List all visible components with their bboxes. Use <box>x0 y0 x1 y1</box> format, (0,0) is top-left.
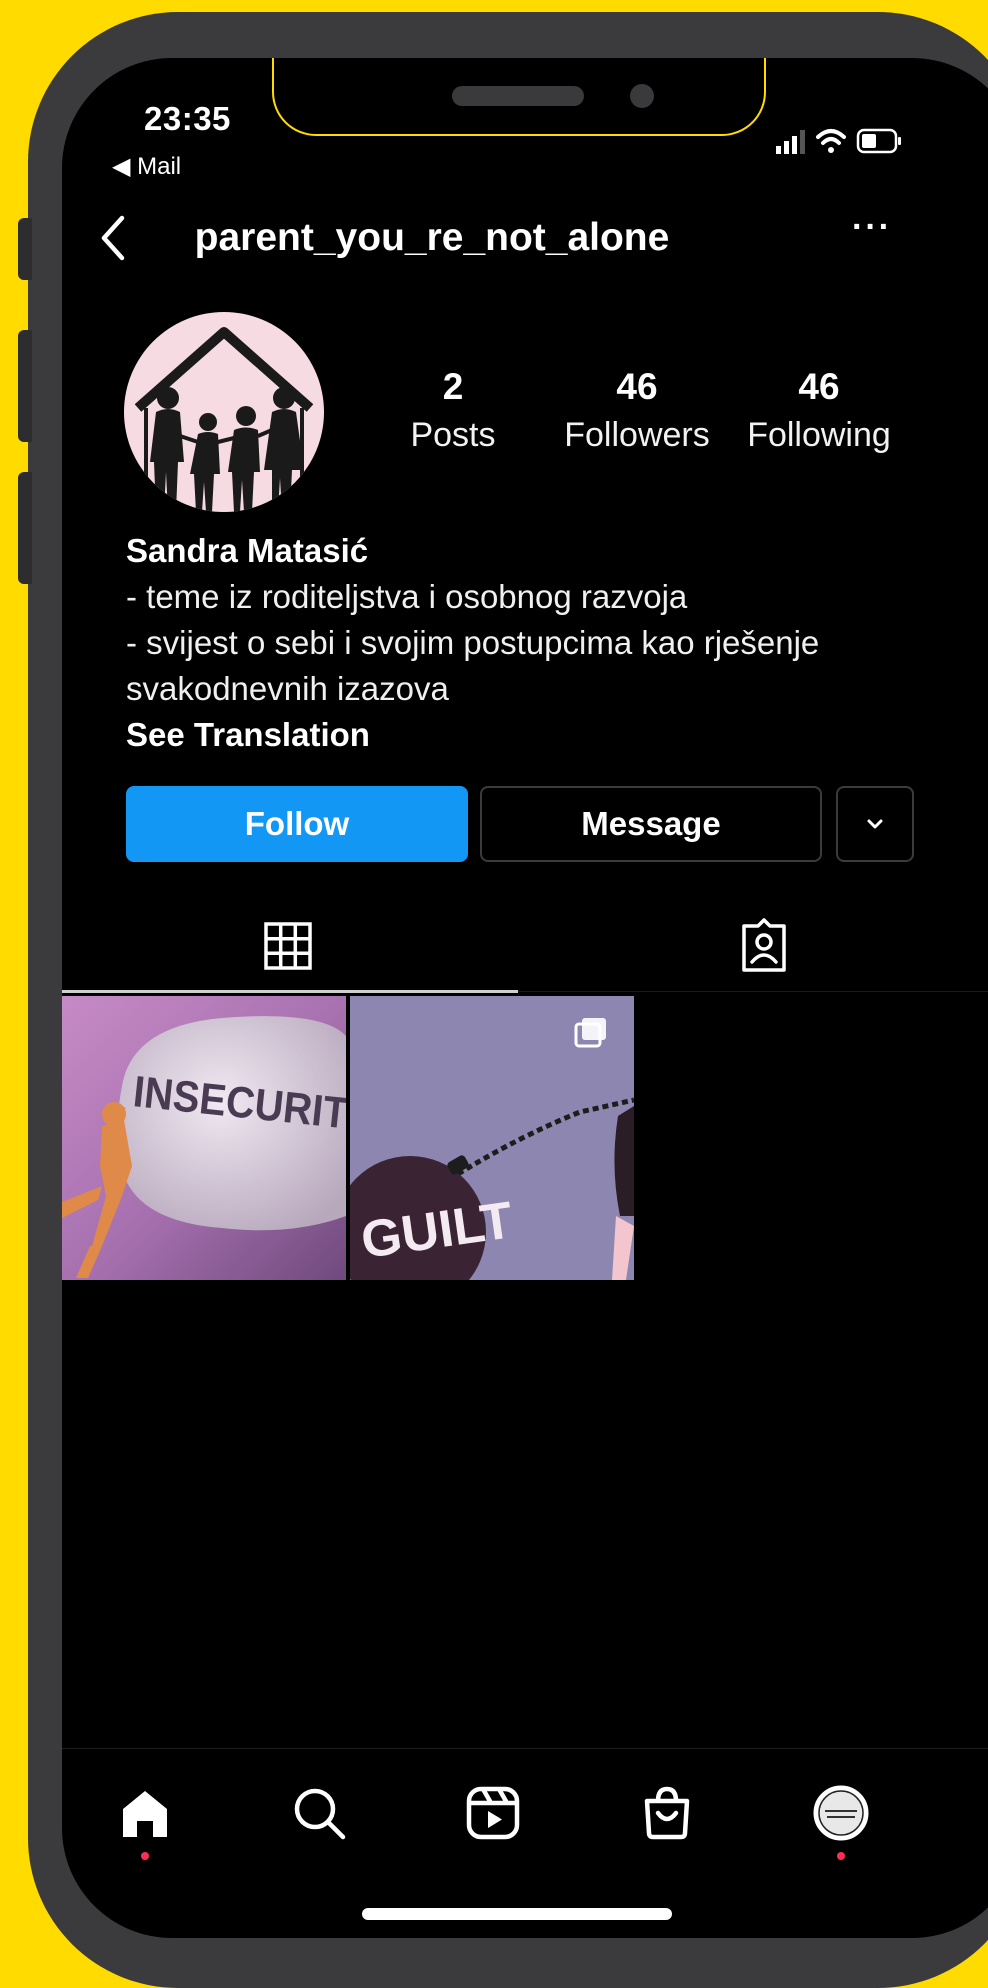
side-button-mute <box>18 218 32 280</box>
insecurity-illustration: INSECURIT <box>62 1016 346 1278</box>
nav-home[interactable] <box>110 1778 180 1860</box>
front-camera <box>630 84 654 108</box>
family-house-logo <box>134 327 314 512</box>
stat-following[interactable]: 46 Following <box>734 366 904 455</box>
grid-icon[interactable] <box>258 916 318 976</box>
chevron-down-icon <box>867 819 883 829</box>
bio-line: - svijest o sebi i svojim postupcima kao… <box>126 624 820 661</box>
tab-divider <box>518 991 988 992</box>
following-label: Following <box>747 416 891 454</box>
wifi-icon <box>816 129 846 153</box>
side-button-volume-up <box>18 330 32 442</box>
profile-avatar[interactable] <box>124 312 324 512</box>
nav-reels[interactable] <box>458 1778 528 1848</box>
followers-count: 46 <box>616 366 658 407</box>
home-indicator[interactable] <box>362 1908 672 1920</box>
stat-posts[interactable]: 2 Posts <box>368 366 538 455</box>
guilt-illustration: GUILT <box>350 1018 634 1280</box>
following-count: 46 <box>798 366 840 407</box>
posts-label: Posts <box>410 416 496 454</box>
bottom-nav-divider <box>62 1748 988 1749</box>
speaker <box>452 86 584 106</box>
phone-screen: 23:35 ◀ Mail parent_you_re_not_alone ··· <box>62 58 988 1938</box>
signal-icon <box>776 130 805 154</box>
suggested-accounts-button[interactable] <box>836 786 914 862</box>
more-options-icon[interactable]: ··· <box>852 208 892 247</box>
home-icon <box>123 1791 167 1837</box>
message-button[interactable]: Message <box>480 786 822 862</box>
stat-followers[interactable]: 46 Followers <box>552 366 722 455</box>
post-thumbnail-insecurity[interactable]: INSECURIT <box>62 996 346 1280</box>
follow-button[interactable]: Follow <box>126 786 468 862</box>
active-tab-indicator <box>62 990 518 993</box>
status-icons <box>776 128 901 154</box>
search-icon <box>294 1788 346 1840</box>
nav-profile[interactable] <box>806 1778 876 1860</box>
back-chevron-icon[interactable] <box>92 208 132 268</box>
notch <box>272 58 766 136</box>
profile-name: Sandra Matasić <box>126 532 369 569</box>
status-time: 23:35 <box>144 100 231 137</box>
shop-icon <box>644 1786 690 1840</box>
profile-notification-dot <box>837 1852 845 1860</box>
post-thumbnail-guilt[interactable]: GUILT <box>350 996 634 1280</box>
nav-shop[interactable] <box>632 1778 702 1848</box>
bio-line: - teme iz roditeljstva i osobnog razvoja <box>126 578 688 615</box>
profile-bio: - teme iz roditeljstva i osobnog razvoja… <box>126 574 986 712</box>
bio-line: svakodnevnih izazova <box>126 670 449 707</box>
side-button-volume-down <box>18 472 32 584</box>
back-to-mail-link[interactable]: ◀ Mail <box>112 152 181 181</box>
posts-count: 2 <box>442 366 464 407</box>
profile-username: parent_you_re_not_alone <box>194 216 670 259</box>
followers-label: Followers <box>564 416 710 454</box>
reels-icon <box>466 1786 520 1840</box>
tagged-icon[interactable] <box>734 916 794 976</box>
battery-icon <box>856 128 901 154</box>
profile-avatar-icon <box>813 1785 869 1841</box>
nav-search[interactable] <box>284 1778 354 1848</box>
home-notification-dot <box>141 1852 149 1860</box>
see-translation-link[interactable]: See Translation <box>126 716 370 754</box>
